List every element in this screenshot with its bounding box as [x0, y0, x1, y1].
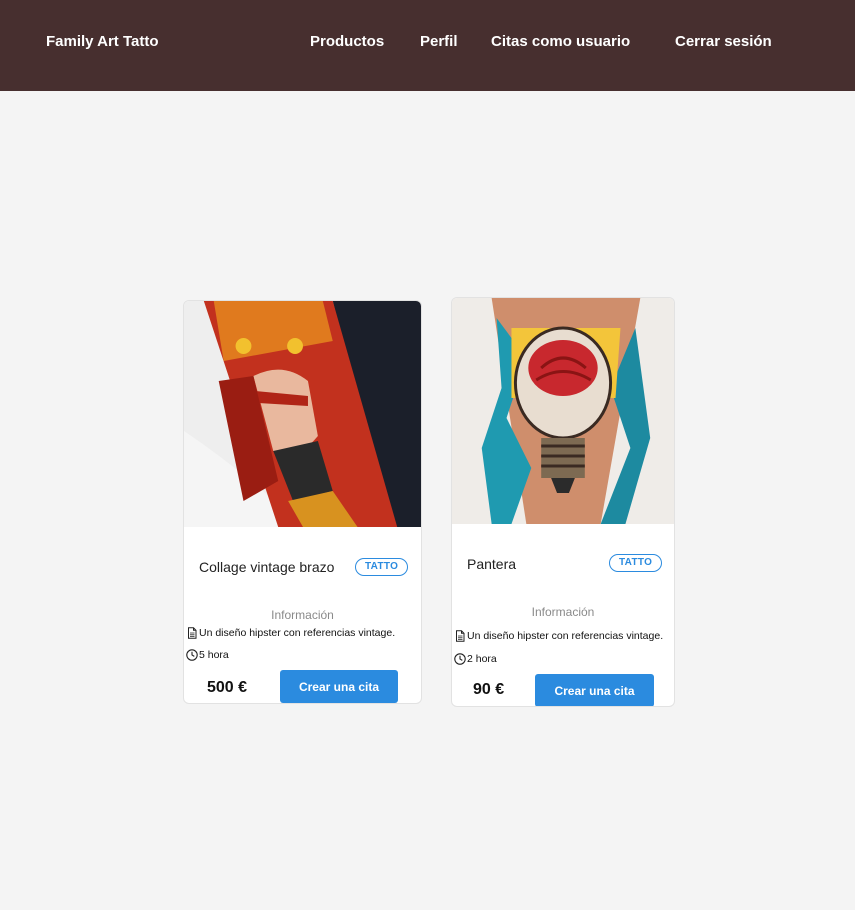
top-navbar: Family Art Tatto Productos Perfil Citas … [0, 0, 855, 91]
nav-perfil[interactable]: Perfil [420, 33, 458, 50]
product-title: Pantera [467, 556, 517, 572]
clock-icon [186, 649, 198, 661]
product-price: 500 € [207, 679, 248, 696]
category-badge: TATTO [355, 558, 409, 576]
duration-row: 2 hora [454, 653, 497, 665]
info-heading: Información [531, 605, 595, 619]
product-description: Un diseño hipster con referencias vintag… [467, 630, 664, 642]
nav-productos[interactable]: Productos [310, 33, 384, 50]
clock-icon [454, 653, 466, 665]
create-appointment-button[interactable]: Crear una cita [280, 670, 398, 703]
create-appointment-button[interactable]: Crear una cita [535, 674, 654, 706]
product-title: Collage vintage brazo [199, 559, 335, 575]
product-price: 90 € [473, 681, 505, 698]
description-row: Un diseño hipster con referencias vintag… [186, 627, 395, 639]
product-duration: 2 hora [467, 653, 497, 665]
product-duration: 5 hora [199, 649, 229, 661]
nav-cerrar-sesion[interactable]: Cerrar sesión [675, 33, 772, 50]
category-badge: TATTO [609, 554, 663, 572]
product-card: Collage vintage brazo TATTO Información … [183, 300, 422, 704]
product-card: Pantera TATTO Información Un diseño hips… [451, 297, 675, 707]
product-image [184, 301, 421, 527]
document-icon [188, 627, 197, 639]
info-heading: Información [271, 608, 334, 622]
description-row: Un diseño hipster con referencias vintag… [454, 630, 663, 642]
product-image [452, 298, 674, 524]
document-icon [456, 630, 465, 642]
product-description: Un diseño hipster con referencias vintag… [199, 627, 396, 639]
duration-row: 5 hora [186, 649, 229, 661]
nav-citas-usuario[interactable]: Citas como usuario [491, 33, 630, 50]
brand-link[interactable]: Family Art Tatto [46, 33, 159, 50]
